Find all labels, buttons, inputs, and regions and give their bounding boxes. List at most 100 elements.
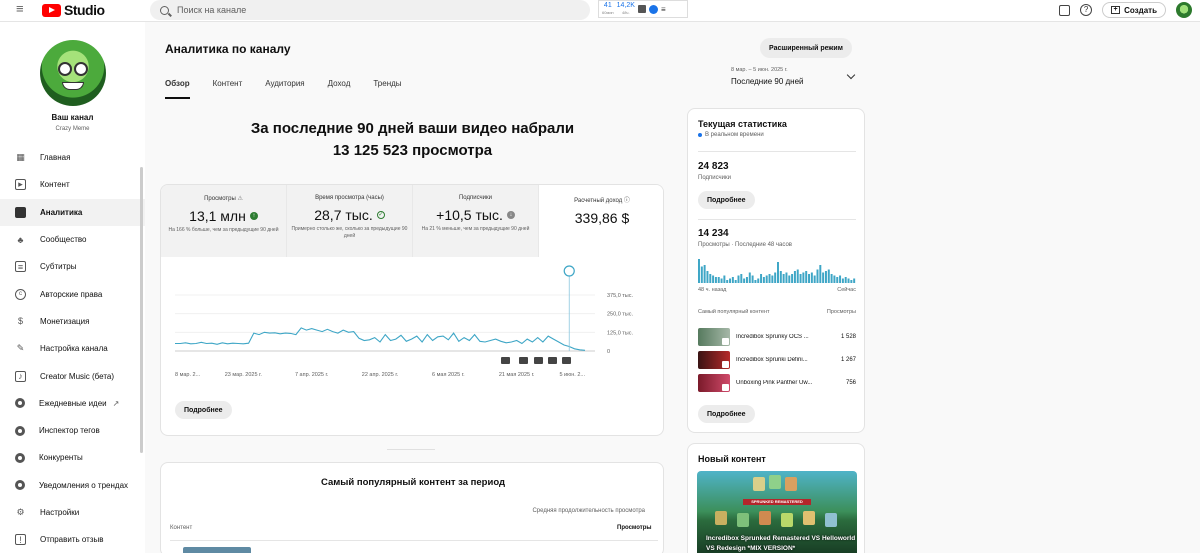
- sidebar-item-subtitles[interactable]: ≡ Субтитры: [0, 253, 145, 280]
- metric-note: На 21 % меньше, чем за предыдущие 90 дне…: [421, 226, 530, 232]
- top-video-row[interactable]: Unboxing Pink Panther Uw... 756: [698, 374, 856, 392]
- sidebar-item-copyright[interactable]: c Авторские права: [0, 280, 145, 307]
- sidebar-item-settings[interactable]: ⚙ Настройки: [0, 499, 145, 526]
- metric-views[interactable]: Просмотры ⚠ 13,1 млн ↑ На 166 % больше, ч…: [161, 185, 287, 257]
- sidebar-item-trend-alerts[interactable]: Уведомления о трендах: [0, 472, 145, 499]
- date-range-selector[interactable]: 8 мар. – 5 июн. 2025 г. Последние 90 дне…: [731, 67, 804, 86]
- realtime-axis: 48 ч. назад Сейчас: [698, 287, 856, 293]
- check-circle-icon: ✓: [376, 211, 385, 219]
- axis-right-label: Сейчас: [837, 287, 856, 293]
- avatar-eye-left: [58, 62, 72, 76]
- studio-logo[interactable]: Studio: [42, 2, 105, 18]
- video-title: Incredibox Sprunky OCS ...: [736, 334, 809, 340]
- sidebar-item-daily-ideas[interactable]: Ежедневные идеи ↗: [0, 390, 145, 417]
- chart-more-button[interactable]: Подробнее: [175, 401, 232, 419]
- ext-count-sub: 60мин: [602, 10, 614, 15]
- views-48h-label: Просмотры · Последние 48 часов: [698, 242, 792, 248]
- feedback-icon: !: [15, 534, 26, 546]
- realtime-bar: [768, 274, 771, 283]
- advanced-mode-button[interactable]: Расширенный режим: [760, 38, 852, 58]
- avatar-eye-right: [74, 62, 88, 76]
- sidebar-item-label: Авторские права: [40, 289, 103, 299]
- sidebar-item-analytics[interactable]: Аналитика: [0, 198, 145, 226]
- tab-audience[interactable]: Аудитория: [265, 79, 304, 99]
- table-divider: [170, 540, 658, 541]
- new-content-card: Новый контент SPRUNKED REMASTERED Incred…: [687, 443, 865, 553]
- ext-blue-icon[interactable]: [648, 4, 658, 14]
- tab-trends[interactable]: Тренды: [373, 79, 401, 99]
- help-icon[interactable]: ?: [1080, 4, 1093, 16]
- subtitles-notification-icon[interactable]: [1059, 4, 1071, 16]
- video-marker-icon: [501, 357, 510, 364]
- tab-content[interactable]: Контент: [213, 79, 243, 99]
- sidebar-item-feedback[interactable]: ! Отправить отзыв: [0, 526, 145, 553]
- realtime-more-button[interactable]: Подробнее: [698, 191, 755, 209]
- metric-note: Примерно столько же, сколько за предыдущ…: [291, 226, 408, 239]
- extension-widget[interactable]: 41 60мин 14,2K 48ч. ≡: [598, 0, 688, 18]
- metric-watch-time[interactable]: Время просмотра (часы) 28,7 тыс. ✓ Пример…: [287, 185, 413, 257]
- analytics-icon: [15, 206, 26, 218]
- ext-menu-icon[interactable]: ≡: [661, 5, 666, 14]
- views-48h-count: 14 234: [698, 228, 729, 239]
- thumbnail-figure: [715, 511, 727, 525]
- new-video-thumbnail[interactable]: SPRUNKED REMASTERED Incredibox Sprunked …: [697, 471, 857, 553]
- realtime-bar: [808, 274, 811, 283]
- chevron-down-icon[interactable]: [846, 70, 856, 80]
- video-views: 1 267: [840, 357, 856, 363]
- sidebar-item-monetization[interactable]: $ Монетизация: [0, 308, 145, 335]
- video-thumbnail[interactable]: [183, 547, 251, 553]
- sidebar-nav: ▦ Главная ▸ Контент Аналитика ♣ Сообщество …: [0, 144, 145, 553]
- tab-revenue[interactable]: Доход: [328, 79, 351, 99]
- realtime-bar: [703, 265, 706, 283]
- channel-search-input[interactable]: Поиск на канале: [150, 0, 590, 20]
- x-tick-label: 5 июн. 2...: [559, 372, 585, 378]
- metric-revenue[interactable]: Расчетный доход ⓘ 339,86 $: [539, 185, 663, 257]
- top-video-row[interactable]: Incredibox Sprunky OCS ... 1 528: [698, 328, 856, 346]
- realtime-bar: [765, 275, 768, 283]
- create-button[interactable]: + Создать: [1102, 2, 1166, 18]
- down-arrow-icon: ↓: [506, 211, 515, 219]
- summary-line-2: 13 125 523 просмотра: [332, 142, 493, 159]
- y-tick-label: 250,0 тыс.: [607, 312, 634, 318]
- analytics-tabs: Обзор Контент Аудитория Доход Тренды: [165, 79, 425, 99]
- realtime-bar: [844, 277, 847, 283]
- views-line-chart[interactable]: 375,0 тыс. 250,0 тыс. 125,0 тыс. 0 8 мар. 2.…: [161, 265, 664, 385]
- metric-label: Расчетный доход: [574, 198, 623, 204]
- menu-icon[interactable]: ≡: [16, 2, 28, 15]
- trends-icon: [15, 480, 25, 491]
- settings-icon: ⚙: [16, 507, 25, 517]
- realtime-bar-chart[interactable]: [698, 259, 856, 283]
- subscribers-count: 24 823: [698, 161, 729, 172]
- customization-icon: ✎: [16, 343, 25, 354]
- tab-overview[interactable]: Обзор: [165, 79, 190, 99]
- sidebar-item-customization[interactable]: ✎ Настройка канала: [0, 335, 145, 362]
- realtime-bar: [723, 275, 726, 283]
- realtime-bar: [793, 271, 796, 283]
- column-views[interactable]: Просмотры: [617, 525, 652, 531]
- realtime-content-more-button[interactable]: Подробнее: [698, 405, 755, 423]
- sidebar-scrollbar[interactable]: [140, 167, 143, 453]
- sidebar-item-label: Монетизация: [40, 316, 90, 326]
- create-label: Создать: [1124, 5, 1157, 15]
- metric-subscribers[interactable]: Подписчики +10,5 тыс. ↓ На 21 % меньше, ч…: [413, 185, 539, 257]
- sidebar-item-community[interactable]: ♣ Сообщество: [0, 226, 145, 253]
- top-video-row[interactable]: Incredibox Sprunki Defini... 1 267: [698, 351, 856, 369]
- account-avatar[interactable]: [1176, 2, 1192, 18]
- ext-panel-icon[interactable]: [637, 5, 646, 13]
- column-avg-duration[interactable]: Средняя продолжительность просмотра: [521, 507, 645, 515]
- sidebar-item-dashboard[interactable]: ▦ Главная: [0, 144, 145, 171]
- metric-value: 339,86 $: [574, 210, 630, 226]
- sidebar-item-tag-inspector[interactable]: Инспектор тегов: [0, 417, 145, 444]
- ext-count: 41: [603, 2, 612, 9]
- sidebar-item-competitors[interactable]: Конкуренты: [0, 444, 145, 471]
- column-content: Контент: [170, 525, 193, 531]
- x-tick-label: 6 мая 2025 г.: [432, 372, 465, 378]
- realtime-bar: [819, 265, 822, 283]
- realtime-bar: [714, 277, 717, 283]
- channel-avatar[interactable]: [40, 40, 106, 106]
- tags-icon: [15, 425, 25, 436]
- sidebar-item-creator-music[interactable]: ♪ Creator Music (бета): [0, 362, 145, 389]
- sidebar-item-content[interactable]: ▸ Контент: [0, 171, 145, 198]
- metric-value: 13,1 млн: [189, 208, 246, 224]
- realtime-title: Текущая статистика: [698, 119, 787, 129]
